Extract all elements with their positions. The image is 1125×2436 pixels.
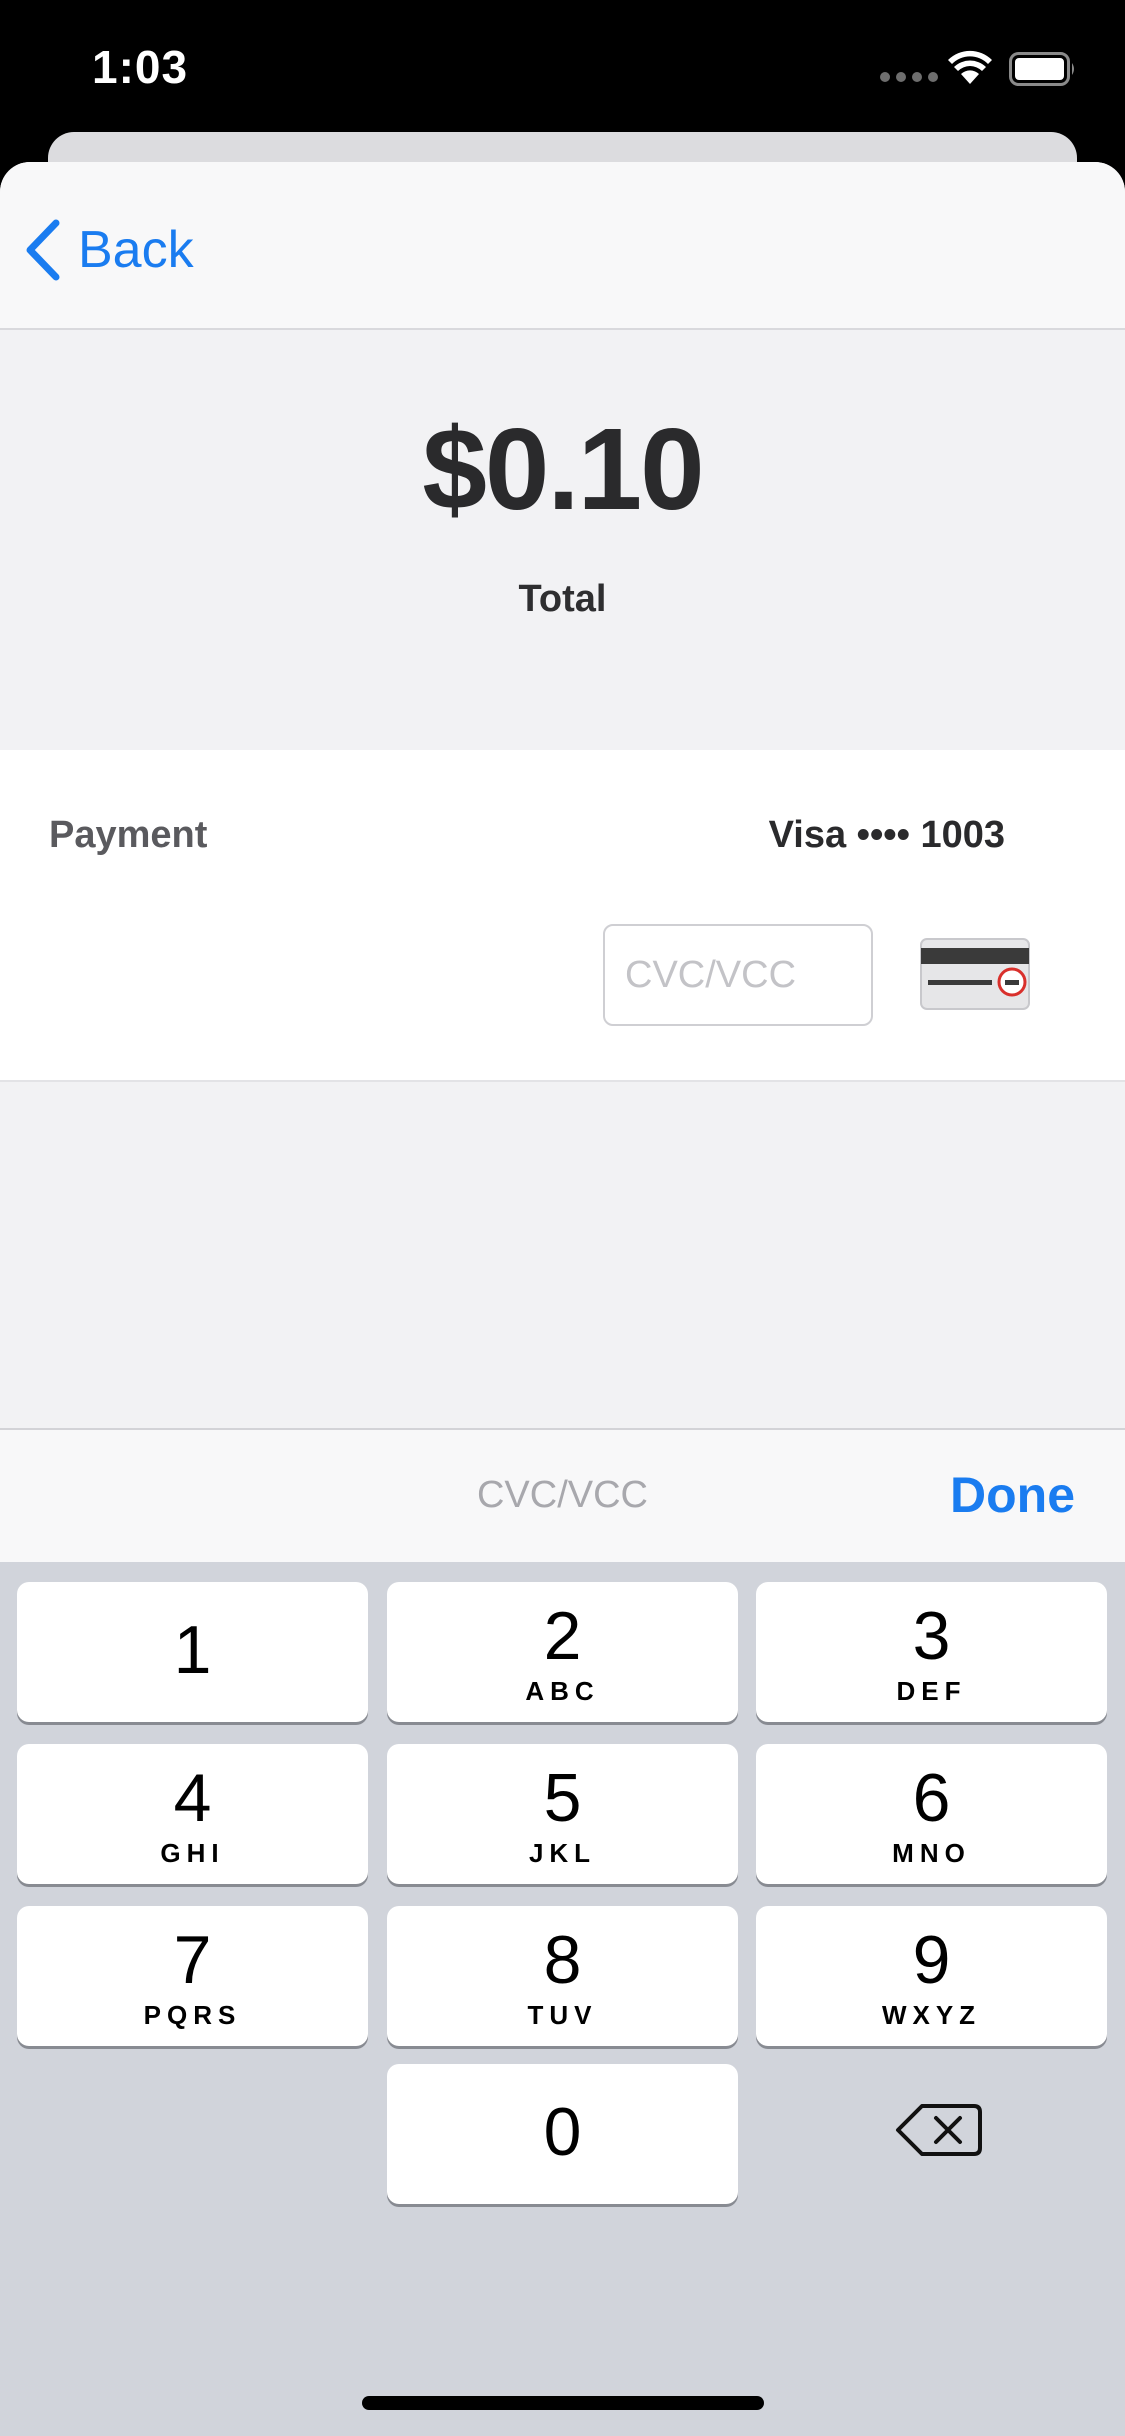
key-2[interactable]: 2 ABC <box>387 1582 738 1722</box>
status-bar: 1:03 <box>0 0 1125 132</box>
key-digit: 5 <box>543 1760 582 1836</box>
key-8[interactable]: 8 TUV <box>387 1906 738 2046</box>
home-indicator <box>362 2396 764 2410</box>
delete-backspace-icon[interactable] <box>888 2090 988 2170</box>
back-label: Back <box>78 221 194 279</box>
screen: 1:03 Back $0.10 Total Payment Visa •••• … <box>0 0 1125 2436</box>
total-amount: $0.10 <box>422 404 704 534</box>
key-0[interactable]: 0 <box>387 2064 738 2204</box>
card-back-cvc-icon <box>920 938 1030 1010</box>
cellular-signal-icon <box>880 72 938 82</box>
key-1[interactable]: 1 <box>17 1582 368 1722</box>
key-digit: 1 <box>173 1612 212 1688</box>
wifi-icon <box>948 50 992 84</box>
navigation-bar: Back <box>0 162 1125 330</box>
key-letters: MNO <box>892 1838 971 1868</box>
payment-section: Payment Visa •••• 1003 <box>0 750 1125 1082</box>
key-3[interactable]: 3 DEF <box>756 1582 1107 1722</box>
key-digit: 4 <box>173 1760 212 1836</box>
key-digit: 2 <box>543 1598 582 1674</box>
key-letters: DEF <box>896 1676 967 1706</box>
key-6[interactable]: 6 MNO <box>756 1744 1107 1884</box>
card-summary[interactable]: Visa •••• 1003 <box>769 814 1005 857</box>
battery-icon <box>1009 52 1074 86</box>
key-digit: 3 <box>912 1598 951 1674</box>
numeric-keyboard: 1 2 ABC 3 DEF 4 GHI 5 JKL 6 MNO 7 PQRS 8… <box>0 1562 1125 2436</box>
key-9[interactable]: 9 WXYZ <box>756 1906 1107 2046</box>
key-5[interactable]: 5 JKL <box>387 1744 738 1884</box>
keyboard-accessory-bar: CVC/VCC Done <box>0 1428 1125 1562</box>
key-letters: TUV <box>527 2000 598 2030</box>
cvc-input[interactable] <box>603 924 873 1026</box>
chevron-left-icon <box>26 219 60 281</box>
done-button[interactable]: Done <box>950 1466 1075 1524</box>
key-letters: GHI <box>160 1838 225 1868</box>
key-letters: WXYZ <box>881 2000 982 2030</box>
key-digit: 9 <box>912 1922 951 1998</box>
key-letters: ABC <box>525 1676 600 1706</box>
status-time: 1:03 <box>92 41 189 93</box>
payment-label: Payment <box>49 814 208 856</box>
key-digit: 7 <box>173 1922 212 1998</box>
key-7[interactable]: 7 PQRS <box>17 1906 368 2046</box>
back-button[interactable]: Back <box>22 210 194 290</box>
key-4[interactable]: 4 GHI <box>17 1744 368 1884</box>
key-digit: 6 <box>912 1760 951 1836</box>
key-digit: 8 <box>543 1922 582 1998</box>
total-label: Total <box>518 578 607 620</box>
key-digit: 0 <box>543 2094 582 2170</box>
key-letters: PQRS <box>143 2000 242 2030</box>
key-letters: JKL <box>528 1838 597 1868</box>
